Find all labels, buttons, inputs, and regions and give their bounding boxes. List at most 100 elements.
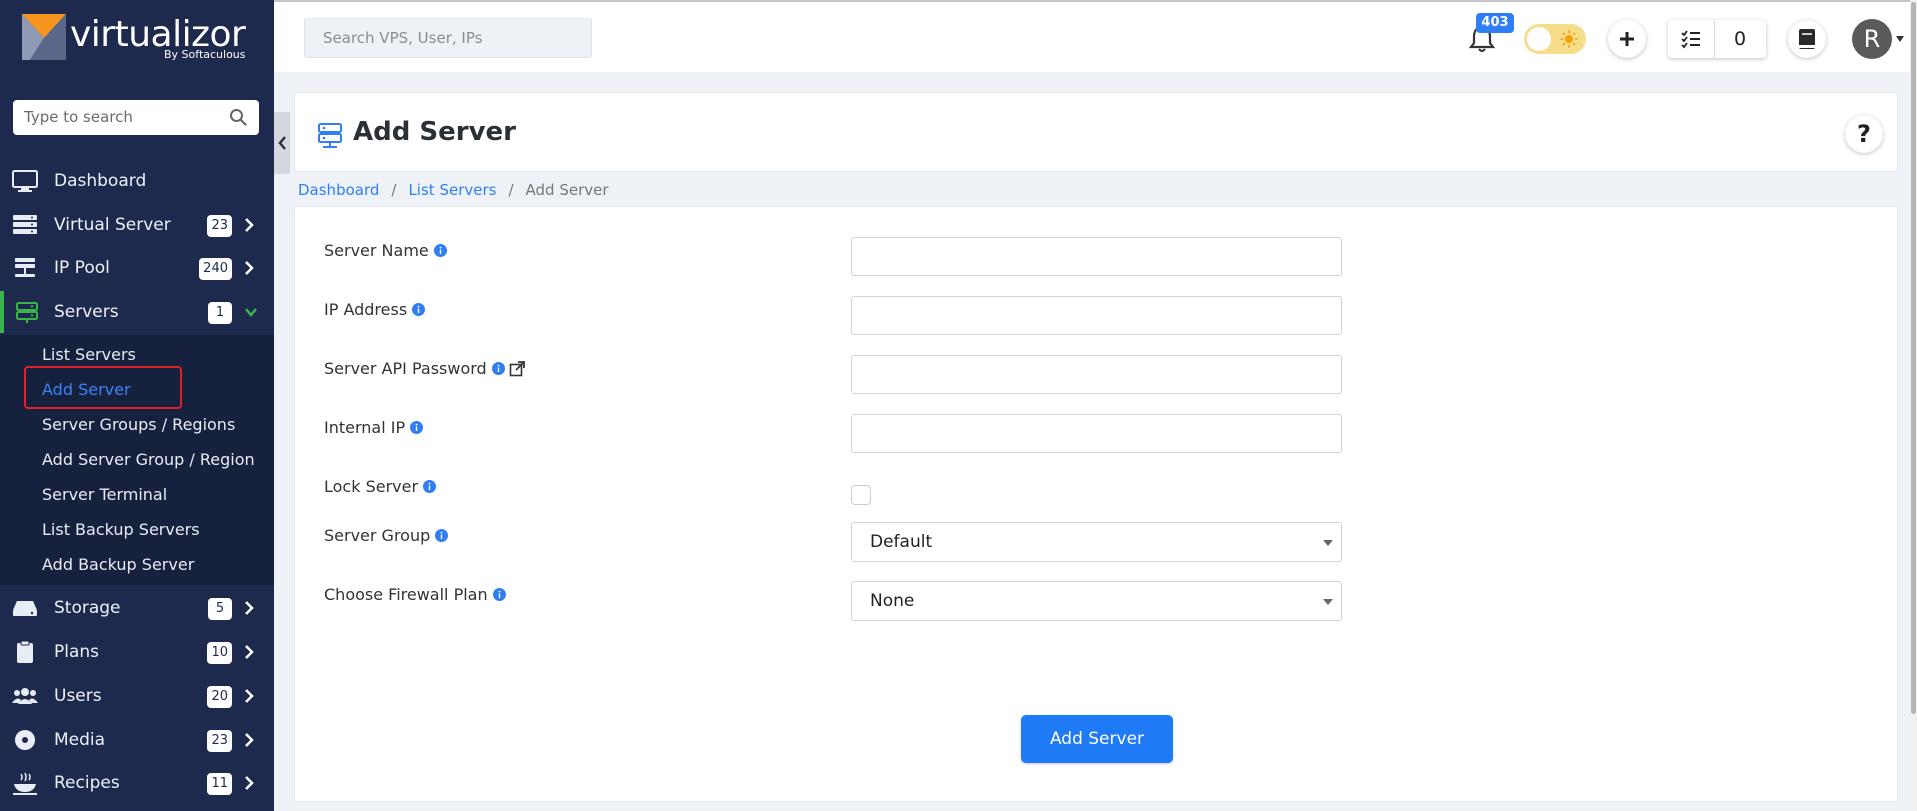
sidebar-item-storage[interactable]: Storage 5 [0,587,274,629]
search-icon[interactable] [229,108,247,126]
sidebar-item-label: Media [54,730,106,750]
sidebar-item-dashboard[interactable]: Dashboard [0,160,274,202]
sidebar-item-virtual-server[interactable]: Virtual Server 23 [0,204,274,246]
external-link-icon[interactable] [509,360,525,377]
users-icon [12,688,38,704]
sidebar-item-label: IP Pool [54,258,110,278]
hard-drive-icon [13,601,37,616]
caret-down-icon[interactable] [1896,36,1904,42]
server-group-label: Server Group [324,526,449,545]
plus-icon [1620,32,1634,46]
add-server-button[interactable]: Add Server [1021,715,1173,763]
chevron-right-icon[interactable] [242,688,256,704]
chevron-right-icon[interactable] [242,217,256,233]
tasks-button[interactable]: 0 [1668,20,1766,58]
global-search-input[interactable] [305,19,591,57]
breadcrumb: Dashboard / List Servers / Add Server [298,180,609,200]
submenu-add-backup-server[interactable]: Add Backup Server [42,555,194,574]
count-badge: 23 [207,730,232,752]
breadcrumb-dashboard[interactable]: Dashboard [298,181,379,199]
submenu-server-terminal[interactable]: Server Terminal [42,485,167,504]
top-header: 403 0 [274,0,1917,72]
sidebar-item-label: Plans [54,642,100,662]
sidebar-item-ip-pool[interactable]: IP Pool 240 [0,247,274,289]
label-text: IP Address [324,300,408,319]
firewall-plan-select[interactable]: None [851,581,1342,621]
page-scrollbar[interactable] [1910,0,1917,811]
chevron-left-icon [278,136,286,150]
breadcrumb-list-servers[interactable]: List Servers [408,181,496,199]
info-icon[interactable] [491,362,505,375]
label-text: Server Name [324,241,429,260]
theme-toggle[interactable] [1524,24,1586,54]
page-header-card: Add Server ? [294,92,1898,172]
chevron-down-icon[interactable] [244,304,258,320]
sidebar-search-input[interactable] [13,100,213,133]
avatar[interactable]: R [1852,19,1892,59]
sidebar-search [13,100,259,135]
label-text: Server API Password [324,359,487,378]
label-text: Choose Firewall Plan [324,585,488,604]
submenu-list-backup-servers[interactable]: List Backup Servers [42,520,200,539]
info-icon[interactable] [423,480,437,493]
label-text: Internal IP [324,418,406,437]
recipe-bowl-icon [13,772,37,795]
book-icon [1799,29,1815,49]
form-row-internal-ip: Internal IP [295,414,1899,454]
clipboard-icon [17,640,33,663]
caret-down-icon [1323,540,1333,546]
lock-server-checkbox[interactable] [851,485,871,505]
help-button[interactable]: ? [1845,115,1883,153]
sidebar-collapse-toggle[interactable] [274,112,290,174]
scrollbar-thumb[interactable] [1911,2,1916,714]
count-badge: 10 [207,642,232,664]
count-badge: 1 [208,302,232,324]
add-button[interactable] [1608,20,1646,58]
form-row-firewall-plan: Choose Firewall Plan None [295,581,1899,621]
sidebar-item-label: Servers [54,302,119,322]
info-icon[interactable] [412,303,426,316]
sidebar-item-recipes[interactable]: Recipes 11 [0,762,274,804]
submenu-add-server-group[interactable]: Add Server Group / Region [42,450,255,469]
documentation-button[interactable] [1788,20,1826,58]
sidebar-item-label: Storage [54,598,121,618]
count-badge: 5 [208,598,232,620]
sidebar: virtualizor By Softaculous Dashboard Vir… [0,0,274,811]
sidebar-item-label: Dashboard [54,171,147,191]
server-icon [318,123,342,148]
network-icon [15,258,35,277]
ip-address-input[interactable] [851,296,1342,335]
submenu-list-servers[interactable]: List Servers [42,345,136,364]
chevron-right-icon[interactable] [242,732,256,748]
breadcrumb-separator: / [391,181,397,199]
server-stack-icon [13,215,37,234]
info-icon[interactable] [410,421,424,434]
info-icon[interactable] [435,529,449,542]
sidebar-item-media[interactable]: Media 23 [0,719,274,761]
selected-value: None [870,591,915,611]
virtualizor-logo-icon [22,14,66,60]
selection-highlight [24,366,182,409]
sidebar-item-label: Users [54,686,102,706]
sidebar-item-servers[interactable]: Servers 1 [0,291,274,333]
info-icon[interactable] [433,244,447,257]
server-group-select[interactable]: Default [851,522,1342,562]
notification-count-badge: 403 [1476,13,1514,33]
sidebar-item-plans[interactable]: Plans 10 [0,631,274,673]
submenu-server-groups[interactable]: Server Groups / Regions [42,415,235,434]
chevron-right-icon[interactable] [242,775,256,791]
server-name-label: Server Name [324,241,447,260]
info-icon[interactable] [492,588,506,601]
server-name-input[interactable] [851,237,1342,276]
api-password-input[interactable] [851,355,1342,394]
lock-server-label: Lock Server [324,477,437,496]
sidebar-item-label: Recipes [54,773,120,793]
chevron-right-icon[interactable] [242,644,256,660]
logo[interactable]: virtualizor By Softaculous [22,14,262,64]
count-badge: 240 [199,258,232,280]
chevron-right-icon[interactable] [242,260,256,276]
sidebar-item-users[interactable]: Users 20 [0,675,274,717]
internal-ip-input[interactable] [851,414,1342,453]
breadcrumb-current: Add Server [525,181,609,199]
chevron-right-icon[interactable] [242,600,256,616]
